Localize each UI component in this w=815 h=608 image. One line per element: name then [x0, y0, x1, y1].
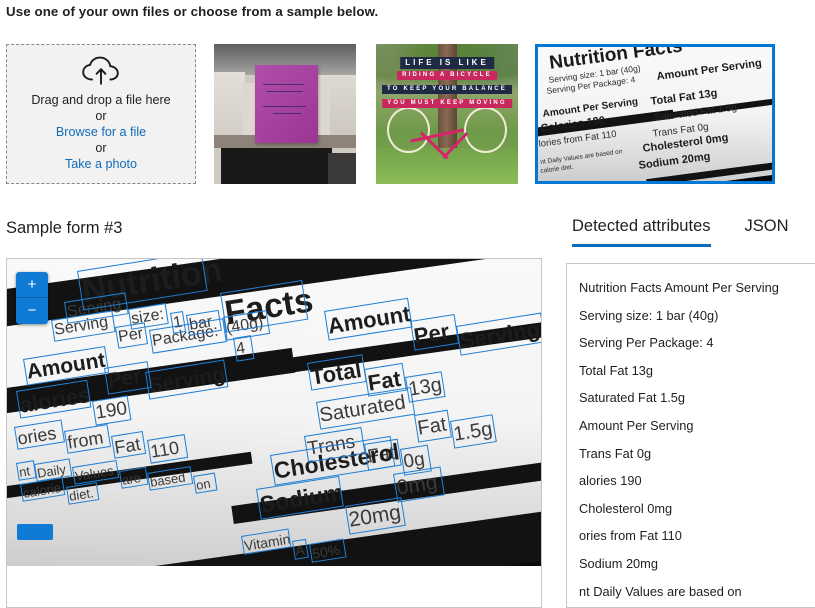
poster-line-1: LIFE IS LIKE [400, 56, 494, 69]
page-intro-text: Use one of your own files or choose from… [6, 4, 379, 19]
attribute-item[interactable]: Serving size: 1 bar (40g) [579, 302, 803, 330]
poster-line-3: TO KEEP YOUR BALANCE [381, 84, 513, 94]
attribute-item[interactable]: Sodium 20mg [579, 550, 803, 578]
dropzone-drag-text: Drag and drop a file here [31, 93, 171, 107]
ocr-word-box[interactable] [115, 322, 149, 349]
fit-to-window-button[interactable] [17, 524, 53, 540]
ocr-canvas[interactable]: Nutrition Facts Serving size: 1 bar (40g) Servi… [7, 259, 541, 566]
file-dropzone[interactable]: Drag and drop a file here or Browse for … [6, 44, 196, 184]
attribute-item[interactable]: Cholesterol 0mg [579, 495, 803, 523]
zoom-in-button[interactable]: + [16, 272, 48, 298]
page-title: Sample form #3 [6, 219, 123, 237]
cloud-upload-icon [81, 56, 121, 86]
attribute-item[interactable]: alories 190 [579, 467, 803, 495]
detected-attributes-list: Nutrition Facts Amount Per Serving Servin… [579, 274, 803, 607]
dropzone-or-2: or [95, 141, 107, 155]
sample-thumbnail-sticky-note[interactable] [214, 44, 356, 184]
browse-for-file-link[interactable]: Browse for a file [56, 124, 146, 140]
attribute-item[interactable]: ories from Fat 110 [579, 522, 803, 550]
ocr-word-box[interactable] [111, 430, 147, 459]
ocr-word-box[interactable] [233, 335, 255, 362]
tab-detected-attributes[interactable]: Detected attributes [572, 216, 711, 247]
ocr-word-box[interactable] [292, 538, 309, 560]
attribute-item[interactable]: Nutrition Facts Amount Per Serving [579, 274, 803, 302]
attribute-item[interactable]: nt Daily Values are based on [579, 578, 803, 606]
attribute-item[interactable]: Total Fat 13g [579, 357, 803, 385]
poster-line-2: RIDING A BICYCLE [397, 70, 497, 80]
ocr-word-box[interactable] [193, 472, 218, 494]
attribute-item[interactable]: Trans Fat 0g [579, 440, 803, 468]
nutrition-facts-photo: Nutrition Facts Serving size: 1 bar (40g… [538, 47, 772, 181]
sample-thumbnail-bicycle-poster[interactable]: LIFE IS LIKE RIDING A BICYCLE TO KEEP YO… [376, 44, 518, 184]
ocr-word-box[interactable] [414, 409, 452, 443]
attribute-item[interactable]: Amount Per Serving [579, 412, 803, 440]
attribute-item[interactable]: Serving Per Package: 4 [579, 329, 803, 357]
sticky-note-photo [214, 44, 356, 184]
take-a-photo-link[interactable]: Take a photo [65, 156, 137, 172]
image-viewer[interactable]: Nutrition Facts Serving size: 1 bar (40g) Servi… [6, 258, 542, 608]
zoom-controls[interactable]: + − [16, 272, 48, 324]
poster-line-4: YOU MUST KEEP MOVING [382, 98, 512, 108]
detected-attributes-panel[interactable]: Nutrition Facts Amount Per Serving Servin… [566, 263, 815, 608]
tab-json[interactable]: JSON [745, 216, 789, 247]
bicycle-poster-photo: LIFE IS LIKE RIDING A BICYCLE TO KEEP YO… [376, 44, 518, 184]
sample-thumbnail-nutrition-facts[interactable]: Nutrition Facts Serving size: 1 bar (40g… [535, 44, 775, 184]
attribute-item[interactable]: Saturated Fat 1.5g [579, 384, 803, 412]
right-panel-tabs: Detected attributes JSON [572, 216, 789, 247]
dropzone-or-1: or [95, 109, 107, 123]
zoom-out-button[interactable]: − [16, 298, 48, 324]
